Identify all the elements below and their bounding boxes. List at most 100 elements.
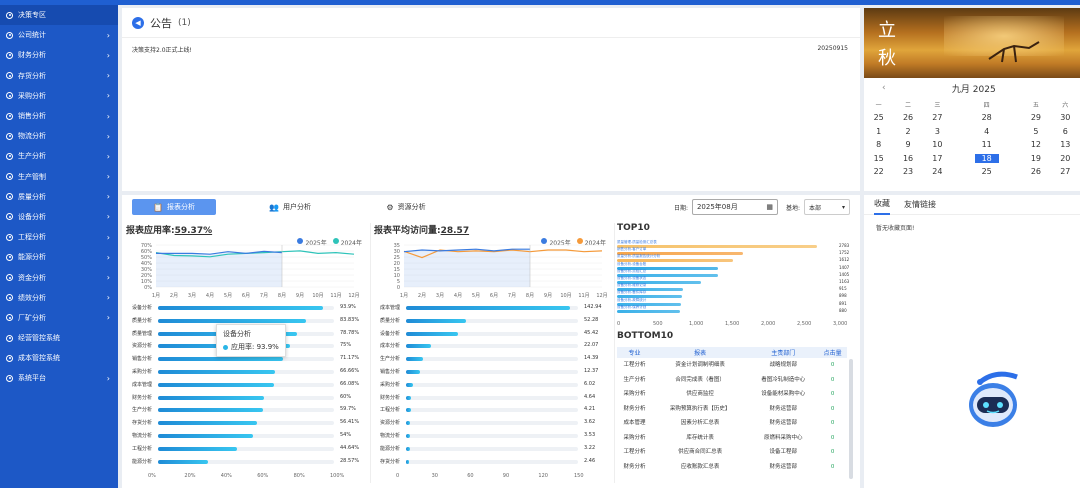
calendar-day[interactable]: 13 <box>1051 138 1080 152</box>
calendar-day[interactable]: 25 <box>864 111 893 125</box>
calendar-day[interactable]: 26 <box>1021 165 1050 179</box>
sidebar-item[interactable]: 能源分析 › <box>0 247 118 267</box>
calendar-nav: ‹ 九月 2025 <box>864 78 1080 98</box>
table-cell: 工程分析 <box>623 362 646 369</box>
bar-fill <box>406 446 410 451</box>
sidebar-item[interactable]: 采购分析 › <box>0 86 118 106</box>
sidebar-item[interactable]: 设备分析 › <box>0 207 118 227</box>
sidebar-item[interactable]: 生产管制 › <box>0 167 118 187</box>
day-number: 15 <box>873 153 884 163</box>
calendar-day[interactable]: 23 <box>893 165 922 179</box>
day-number: 27 <box>1060 167 1071 177</box>
weekday: 三 <box>934 102 941 109</box>
calendar-day[interactable]: 30 <box>1051 111 1080 125</box>
sidebar-item[interactable]: 质量分析 › <box>0 187 118 207</box>
table-row[interactable]: 财务分析 应收账款汇总表 财务运营部 0 <box>617 460 847 475</box>
sidebar-item[interactable]: 厂矿分析 › <box>0 308 118 328</box>
tab-report-analysis[interactable]: 📋 报表分析 <box>132 199 216 215</box>
table-cell: 合同完成表（看图） <box>675 376 725 383</box>
x-tick: 0% <box>148 473 156 479</box>
calendar-day[interactable]: 17 <box>923 152 952 166</box>
sidebar-item[interactable]: 存货分析 › <box>0 66 118 86</box>
calendar-day[interactable]: 24 <box>923 165 952 179</box>
calendar-day[interactable]: 6 <box>1051 125 1080 139</box>
notice-row[interactable]: 决策支持2.0正式上线! 20250915 <box>122 38 860 54</box>
calendar-day[interactable]: 27 <box>1051 165 1080 179</box>
table-cell: 财务运营部 <box>769 405 798 412</box>
tab-favorites[interactable]: 收藏 <box>874 195 890 215</box>
assistant-robot-icon[interactable] <box>965 365 1025 435</box>
sidebar-item[interactable]: 系统平台 › <box>0 368 118 388</box>
table-cell: 0 <box>830 434 835 441</box>
bar-value: 59.7% <box>340 406 356 413</box>
calendar-day[interactable]: 18 <box>952 152 1021 166</box>
table-row[interactable]: 采购分析 库存统计表 原燃料采购中心 0 <box>617 431 847 446</box>
weekday: 五 <box>1032 102 1039 109</box>
menu-item-icon <box>6 294 13 302</box>
sidebar-item[interactable]: 工程分析 › <box>0 227 118 247</box>
table-row[interactable]: 生产分析 合同完成表（看图） 看图冷轧制造中心 0 <box>617 373 847 388</box>
table-row[interactable]: 工程分析 供应商合同汇总表 设备工程部 0 <box>617 445 847 460</box>
top10-value: 1752 <box>839 250 850 256</box>
table-header: 报表 <box>652 347 749 358</box>
x-tick: 12月 <box>348 293 359 299</box>
calendar-day[interactable]: 29 <box>1021 111 1050 125</box>
table-row[interactable]: 采购分析 供应商监控 设备能材采购中心 0 <box>617 387 847 402</box>
weekday: 二 <box>905 102 912 109</box>
calendar-day[interactable]: 10 <box>923 138 952 152</box>
tab-links[interactable]: 友情链接 <box>904 195 936 215</box>
bottom10-scrollbar[interactable] <box>849 359 853 479</box>
base-select[interactable]: 本部 ▾ <box>804 199 850 215</box>
bar-value: 4.21 <box>584 406 596 413</box>
table-cell: 库存统计表 <box>686 434 714 441</box>
calendar-day[interactable]: 26 <box>893 111 922 125</box>
sidebar-item[interactable]: 财务分析 › <box>0 45 118 65</box>
calendar-day[interactable]: 19 <box>1021 152 1050 166</box>
calendar-day[interactable]: 1 <box>864 125 893 139</box>
sidebar-item[interactable]: 资金分析 › <box>0 267 118 287</box>
calendar-day[interactable]: 15 <box>864 152 893 166</box>
calendar-day[interactable]: 9 <box>893 138 922 152</box>
table-row[interactable]: 财务分析 采购预算执行表【历史】 财务运营部 0 <box>617 402 847 417</box>
calendar-day[interactable]: 16 <box>893 152 922 166</box>
calendar-day[interactable]: 8 <box>864 138 893 152</box>
calendar-day[interactable]: 27 <box>923 111 952 125</box>
calendar-day[interactable]: 28 <box>952 111 1021 125</box>
sidebar-item[interactable]: 物流分析 › <box>0 126 118 146</box>
x-tick: 20% <box>184 473 196 479</box>
bar-value: 3.22 <box>584 444 596 451</box>
sidebar-item[interactable]: 决策专区 <box>0 5 118 26</box>
calendar-day[interactable]: 22 <box>864 165 893 179</box>
notice-panel: ◀ 公告 (1) 决策支持2.0正式上线! 20250915 <box>122 8 860 191</box>
calendar-day[interactable]: 2 <box>893 125 922 139</box>
sidebar-item-label: 公司统计 <box>18 31 46 40</box>
favorites-empty: 暂无收藏页面! <box>876 225 915 232</box>
table-row[interactable]: 成本管理 因素分析汇总表 财务运营部 0 <box>617 416 847 431</box>
chevron-right-icon: › <box>106 172 110 182</box>
sidebar-item[interactable]: 绩效分析 › <box>0 288 118 308</box>
sidebar-item[interactable]: 销售分析 › <box>0 106 118 126</box>
calendar-day[interactable]: 11 <box>952 138 1021 152</box>
sidebar-item[interactable]: 经营管控系统 <box>0 328 118 348</box>
sidebar-item[interactable]: 成本管控系统 <box>0 348 118 368</box>
bar-value: 142.94 <box>584 304 602 310</box>
calendar-day[interactable]: 4 <box>952 125 1021 139</box>
day-number: 26 <box>902 113 914 123</box>
tab-user-analysis[interactable]: 👥 用户分析 <box>248 199 332 215</box>
divider <box>614 223 615 483</box>
table-cell: 应收账款汇总表 <box>680 463 720 470</box>
sidebar-item[interactable]: 生产分析 › <box>0 146 118 166</box>
calendar-day[interactable]: 5 <box>1021 125 1050 139</box>
calendar-day[interactable]: 20 <box>1051 152 1080 166</box>
calendar-day[interactable]: 3 <box>923 125 952 139</box>
series-2025-area <box>404 249 530 287</box>
tab-resource-analysis[interactable]: ⚙ 资源分析 <box>364 199 448 215</box>
table-row[interactable]: 工程分析 资金计划调制明细表 战略规划部 0 <box>617 358 847 373</box>
notice-text[interactable]: 决策支持2.0正式上线! <box>132 45 192 54</box>
x-tick: 80% <box>293 473 305 479</box>
sidebar-item[interactable]: 公司统计 › <box>0 25 118 45</box>
calendar-day[interactable]: 12 <box>1021 138 1050 152</box>
calendar-day[interactable]: 25 <box>952 165 1021 179</box>
month-picker[interactable]: 2025年08月 ▦ <box>691 199 778 215</box>
x-tick: 7月 <box>260 293 268 299</box>
